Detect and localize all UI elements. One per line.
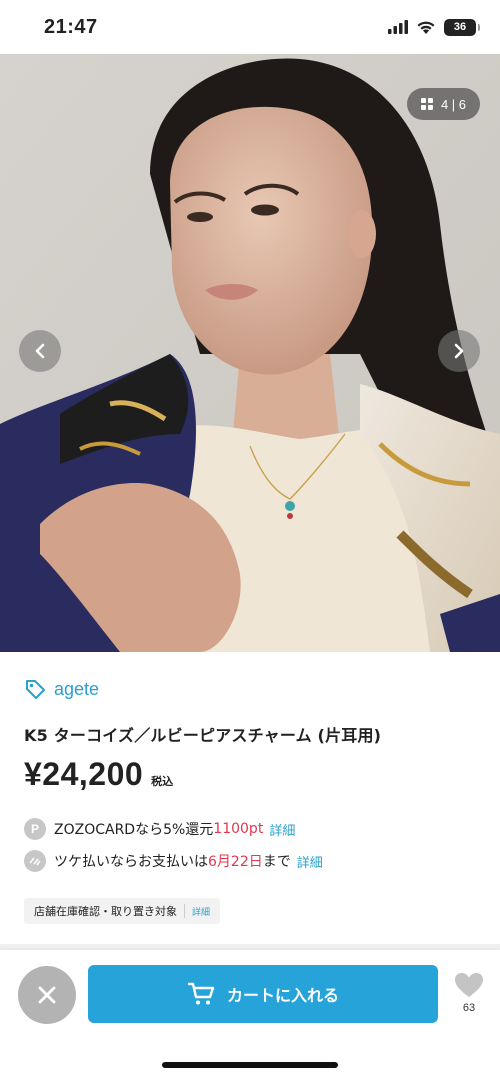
close-button[interactable] [18,966,76,1024]
tsuke-detail-link[interactable]: 詳細 [297,852,323,871]
brand-name[interactable]: agete [54,679,99,700]
points-info: P ZOZOCARDなら5%還元 1100pt 詳細 [24,818,295,840]
favorite-count: 63 [462,1002,476,1014]
product-photo [0,54,500,652]
brand-link[interactable]: agete [24,678,99,700]
heart-icon [455,973,483,997]
store-stock-label: 店舗在庫確認・取り置き対象 [34,905,177,918]
image-counter[interactable]: 4 | 6 [406,88,480,120]
tsuke-date: 6月22日 [208,854,263,870]
store-stock-detail-link[interactable]: 詳細 [192,905,210,918]
tsuke-info: ツケ払いならお支払いは 6月22日 まで 詳細 [24,850,323,872]
tsuke-text-before: ツケ払いならお支払いは [54,854,208,870]
points-text: ZOZOCARDなら5%還元 [54,822,214,838]
previous-image-button[interactable] [19,330,61,372]
product-title: K5 ターコイズ／ルビーピアスチャーム (片耳用) [24,726,382,745]
points-icon: P [24,818,46,840]
battery-icon: 36 [444,18,480,36]
bottom-action-bar: カートに入れる 63 [0,950,500,1080]
chevron-left-icon [35,343,45,359]
product-price: ¥24,200 [24,756,144,792]
tsuke-text-after: まで [262,854,291,870]
store-tag-divider [184,904,185,918]
add-to-cart-button[interactable]: カートに入れる [88,965,438,1023]
status-time: 21:47 [44,15,98,38]
chevron-right-icon [454,343,464,359]
price-row: ¥24,200 税込 [24,756,173,793]
product-image-gallery[interactable]: 4 | 6 [0,54,500,652]
image-counter-text: 4 | 6 [440,96,466,112]
close-icon [38,986,56,1004]
grid-icon [420,98,433,110]
points-detail-link[interactable]: 詳細 [269,820,295,839]
cart-icon [187,982,215,1005]
wifi-icon [417,21,435,34]
store-stock-tag[interactable]: 店舗在庫確認・取り置き対象 詳細 [24,898,221,924]
tsuke-icon [24,850,46,872]
product-page: 21:47 36 4 | 6 agete K5 ターコイズ／ルビーピアスチャーム… [0,0,500,1080]
home-indicator [162,1062,338,1068]
status-icons: 36 [388,18,480,36]
status-bar: 21:47 36 [0,0,500,54]
points-amount: 1100pt [213,821,264,837]
tax-label: 税込 [151,775,174,788]
next-image-button[interactable] [438,330,480,372]
signal-icon [388,20,408,34]
tag-icon [26,680,45,699]
add-to-cart-label: カートに入れる [226,986,339,1005]
favorite-button[interactable]: 63 [450,972,488,1014]
